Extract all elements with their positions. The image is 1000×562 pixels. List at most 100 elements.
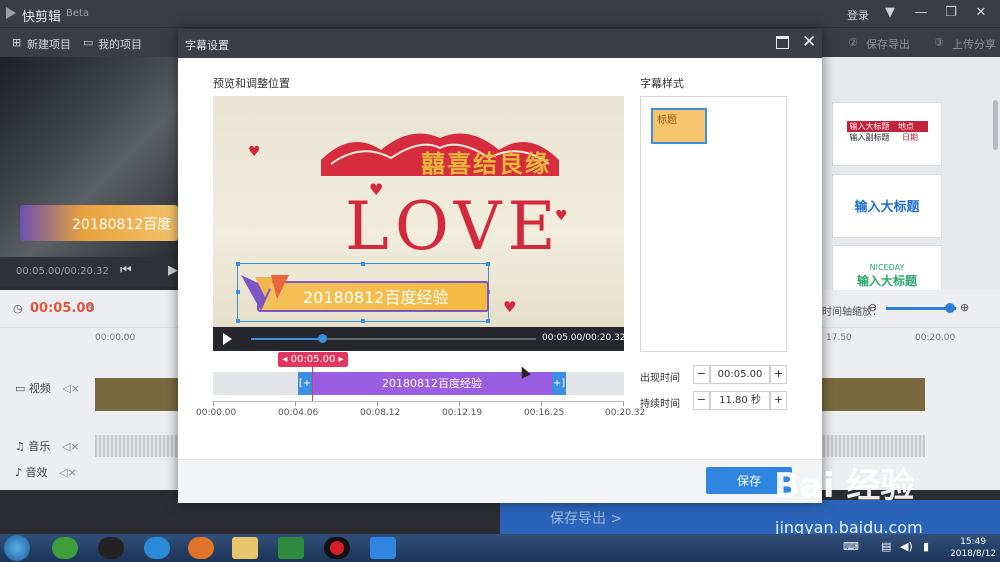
axis-tick-label: 00:04.06 [278, 408, 319, 418]
prev-frame-icon[interactable]: ⏮ [120, 263, 132, 278]
login-link[interactable]: 登录 [847, 7, 869, 23]
zoom-out-icon[interactable]: ⊖ [868, 301, 877, 314]
appear-time-increment[interactable]: + [770, 365, 787, 384]
resize-handle[interactable] [486, 319, 490, 323]
edit-time-icon[interactable]: ✎ [87, 303, 95, 314]
clip-end-handle[interactable]: +] [552, 372, 566, 395]
start-button[interactable] [4, 535, 30, 561]
clock-icon: ◷ [13, 302, 23, 315]
axis-tick [541, 401, 542, 406]
export-button-label: 保存导出 > [550, 511, 623, 527]
style-section-label: 字幕样式 [640, 77, 684, 90]
template1-place: 地点 [898, 122, 915, 131]
dialog-title: 字幕设置 [185, 39, 229, 52]
template1-date: 日期 [902, 133, 919, 142]
video-mute-icon[interactable]: ◁× [62, 382, 80, 395]
heart-icon: ♥ [555, 208, 568, 224]
media-player-icon[interactable] [144, 537, 170, 559]
new-project-button[interactable]: 新建项目 [27, 36, 71, 52]
strip-axis [213, 401, 624, 402]
template-card-1[interactable]: 输入大标题 地点 输入副标题 日期 [832, 102, 942, 166]
playhead-right-arrow-icon[interactable]: ▸ [339, 354, 344, 365]
crown-text: 囍喜结良缘 [421, 150, 551, 178]
clock-time: 15:49 [960, 537, 987, 547]
appear-time-input[interactable]: 00:05.00 [710, 365, 770, 384]
volume-icon[interactable]: ◀) [900, 540, 913, 553]
template-scrollbar[interactable] [993, 100, 998, 150]
close-app-icon[interactable]: ✕ [971, 5, 991, 21]
kuaijianji-taskbar-icon[interactable] [370, 537, 396, 559]
dialog-maximize-icon[interactable] [776, 36, 789, 49]
main-play-icon[interactable]: ▶ [168, 263, 178, 278]
resize-handle[interactable] [361, 262, 365, 266]
new-project-icon[interactable]: ⊞ [12, 36, 21, 49]
qq-icon[interactable] [98, 537, 124, 559]
keyboard-icon[interactable]: ⌨ [843, 540, 859, 553]
resize-handle[interactable] [236, 262, 240, 266]
axis-tick [459, 401, 460, 406]
playhead-left-arrow-icon[interactable]: ◂ [282, 354, 287, 365]
step-upload-share: 上传分享 [952, 38, 996, 51]
current-time: 00:05.00 [30, 301, 95, 316]
ruler-label-0: 00:00.00 [95, 333, 136, 343]
dialog-close-icon[interactable]: ✕ [802, 32, 816, 52]
duration-decrement[interactable]: − [693, 391, 710, 410]
resize-handle[interactable] [486, 262, 490, 266]
music-track-label: 音乐 [28, 440, 51, 453]
video-track-header: ▭ 视频 ◁× [0, 380, 110, 396]
axis-tick [377, 401, 378, 406]
playhead-time-tag[interactable]: ◂ 00:05.00 ▸ [278, 352, 348, 367]
video-track-label: 视频 [28, 382, 51, 395]
template-card-3[interactable]: NICEDAY 输入大标题 [832, 245, 942, 292]
duration-label: 持续时间 [640, 399, 680, 410]
heart-icon: ♥ [248, 144, 261, 160]
firefox-icon[interactable] [188, 537, 214, 559]
subtitle-settings-dialog: 字幕设置 ✕ 预览和调整位置 字幕样式 囍喜结良缘 LOVE ♥ ♥ ♥ ♥ 2… [178, 29, 822, 503]
battery-icon[interactable]: ▮ [923, 540, 929, 553]
network-icon[interactable]: ▤ [881, 540, 891, 553]
template2-title: 输入大标题 [854, 200, 920, 215]
ruler-label-1: 17.50 [826, 333, 852, 343]
template-card-2[interactable]: 输入大标题 [832, 174, 942, 238]
export-button[interactable]: 保存导出 > [500, 500, 1000, 534]
progress-knob[interactable] [318, 334, 327, 343]
playhead-time: 00:05.00 [290, 354, 336, 365]
template3-title: 输入大标题 [856, 274, 917, 288]
record-icon[interactable] [324, 537, 350, 559]
file-explorer-icon[interactable] [232, 537, 258, 559]
resize-handle[interactable] [236, 290, 240, 294]
main-preview-timecode: 00:05.00/00:20.32 [16, 266, 109, 277]
play-icon[interactable] [223, 333, 232, 345]
clip-start-handle[interactable]: [+ [298, 372, 312, 395]
menu-dropdown-icon[interactable]: ▼ [880, 5, 900, 21]
baidu-watermark: Bai 经验 [774, 466, 915, 506]
sfx-mute-icon[interactable]: ◁× [59, 466, 77, 479]
system-clock[interactable]: 15:49 2018/8/12 [950, 536, 996, 560]
app-name: 快剪辑 [22, 10, 62, 25]
zoom-slider-knob[interactable] [945, 303, 955, 313]
zoom-in-icon[interactable]: ⊕ [960, 301, 969, 314]
appear-time-decrement[interactable]: − [693, 365, 710, 384]
browser-360-icon[interactable] [52, 537, 78, 559]
ruler-label-2: 00:20.00 [915, 333, 956, 343]
resize-handle[interactable] [361, 319, 365, 323]
subtitle-preview-canvas[interactable]: 囍喜结良缘 LOVE ♥ ♥ ♥ ♥ 20180812百度经验 [213, 96, 624, 327]
restore-icon[interactable]: ❐ [941, 5, 961, 21]
heart-icon: ♥ [369, 180, 384, 199]
media-app-icon[interactable] [278, 537, 304, 559]
sfx-track-header: ♪ 音效 ◁× [0, 464, 110, 480]
app-beta-badge: Beta [66, 8, 90, 19]
music-mute-icon[interactable]: ◁× [62, 440, 80, 453]
template1-title: 输入大标题 [849, 122, 890, 131]
duration-input[interactable]: 11.80 秒 [710, 391, 770, 410]
app-title-bar: 快剪辑 Beta 登录 ▼ — ❐ ✕ [0, 0, 1000, 27]
heart-icon: ♥ [503, 298, 517, 316]
template3-brand: NICEDAY [869, 263, 905, 272]
duration-increment[interactable]: + [770, 391, 787, 410]
resize-handle[interactable] [236, 319, 240, 323]
my-projects-icon[interactable]: ▭ [83, 36, 93, 49]
love-text: LOVE [345, 188, 562, 265]
minimize-icon[interactable]: — [911, 5, 931, 21]
my-projects-button[interactable]: 我的项目 [98, 36, 142, 52]
template1-subtitle: 输入副标题 [849, 133, 890, 142]
